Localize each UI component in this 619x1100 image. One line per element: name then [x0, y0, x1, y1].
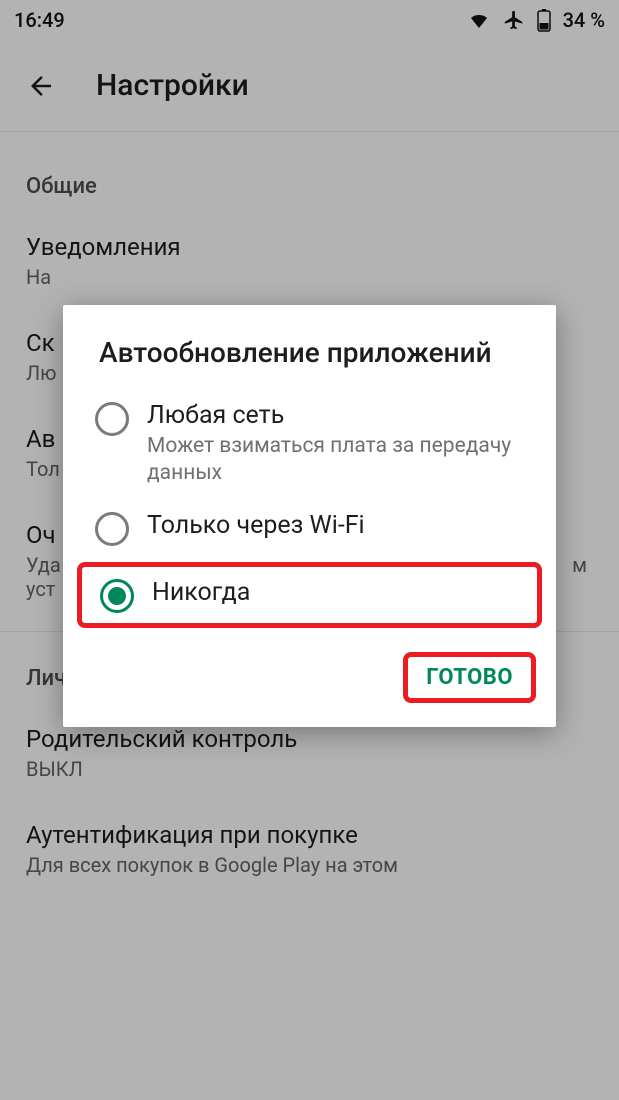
- dialog-title: Автообновление приложений: [63, 335, 556, 388]
- radio-label: Никогда: [152, 577, 250, 608]
- highlight-selected: Никогда: [77, 562, 542, 628]
- dialog-actions: ГОТОВО: [63, 640, 556, 727]
- radio-icon: [95, 402, 129, 436]
- radio-icon: [95, 512, 129, 546]
- auto-update-dialog: Автообновление приложений Любая сеть Мож…: [63, 305, 556, 727]
- radio-icon-selected: [100, 579, 134, 613]
- radio-dot: [108, 587, 126, 605]
- radio-list: Любая сеть Может взиматься плата за пере…: [63, 388, 556, 640]
- radio-label: Только через Wi-Fi: [147, 510, 365, 541]
- radio-option-wifi-only[interactable]: Только через Wi-Fi: [63, 498, 556, 558]
- done-button[interactable]: ГОТОВО: [403, 652, 536, 703]
- radio-label: Любая сеть: [147, 400, 528, 431]
- radio-sublabel: Может взиматься плата за передачу данных: [147, 433, 528, 486]
- radio-option-never[interactable]: Никогда: [100, 573, 523, 617]
- radio-option-any-network[interactable]: Любая сеть Может взиматься плата за пере…: [63, 388, 556, 498]
